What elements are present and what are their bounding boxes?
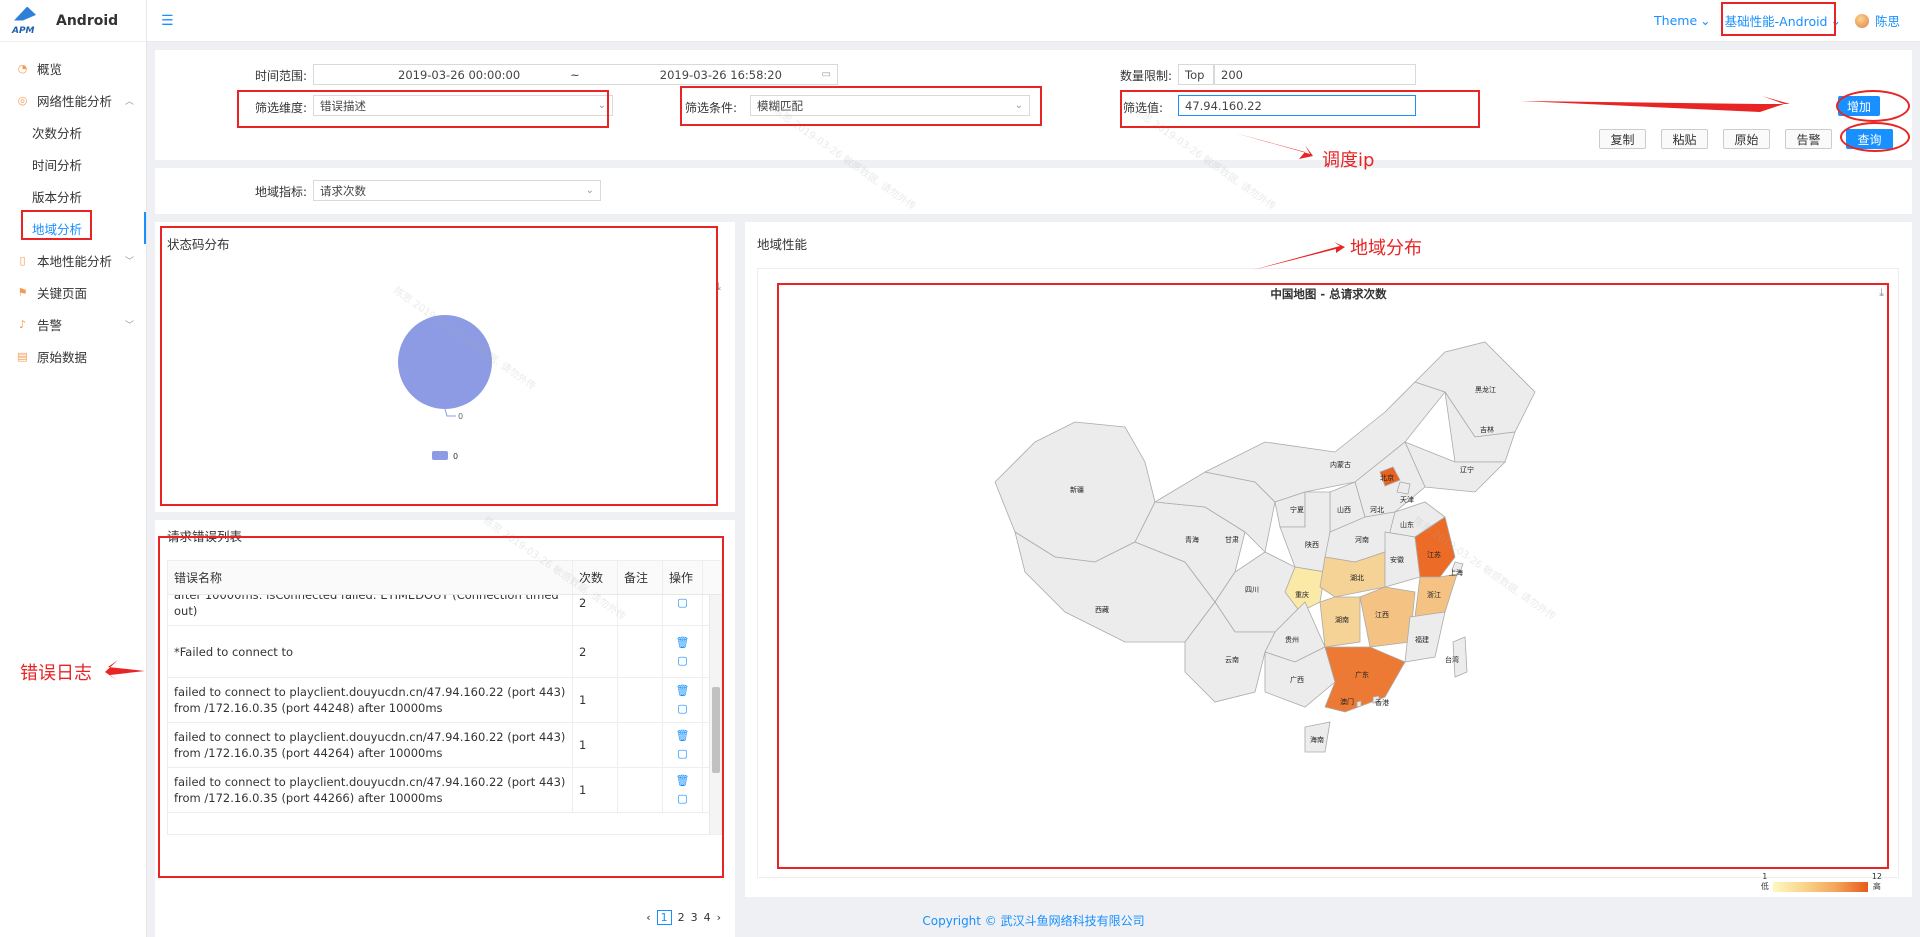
annotation-box-status (160, 226, 718, 506)
chevron-down-icon: ﹀ (124, 256, 134, 267)
apm-logo: APM (12, 6, 42, 36)
annotation-box-module (1721, 2, 1836, 36)
time-range-picker[interactable]: 2019-03-26 00:00:00 ~ 2019-03-26 16:58:2… (313, 64, 838, 85)
map-legend: 1低 12 高 (1760, 872, 1882, 892)
chevron-down-icon: ⌄ (1700, 13, 1711, 28)
limit-input[interactable]: 200 (1214, 64, 1416, 85)
sidebar-item-count-analysis[interactable]: 次数分析 (0, 116, 146, 148)
user-menu[interactable]: 陈思 (1854, 11, 1900, 30)
menu-toggle-icon[interactable]: ☰ (161, 13, 174, 29)
alarm-button[interactable]: 告警 (1785, 129, 1832, 149)
calendar-icon: ▭ (821, 69, 831, 80)
visual-map-bar[interactable] (1772, 882, 1868, 892)
sidebar-item-local[interactable]: ▯ 本地性能分析 ﹀ (0, 244, 146, 276)
top-header: ☰ Theme ⌄ 基础性能-Android ⌄ 陈思 (147, 0, 1920, 42)
annotation-box-dimension (237, 90, 609, 128)
paste-button[interactable]: 粘贴 (1661, 129, 1708, 149)
chevron-down-icon: ⌄ (585, 185, 594, 196)
database-icon: ▤ (17, 349, 28, 363)
bell-icon: ♪ (18, 317, 27, 331)
side-nav: ◔ 概览 ◎ 网络性能分析 ︿ 次数分析 时间分析 版本分析 地域分析 ▯ 本地性能分析… (0, 42, 146, 372)
region-metric-label: 地域指标: (255, 185, 308, 199)
annotation-ip: 调度ip (1322, 150, 1375, 171)
annotation-box-errors (158, 536, 724, 878)
limit-label: 数量限制: (1120, 69, 1173, 83)
theme-dropdown[interactable]: Theme ⌄ (1654, 13, 1711, 28)
annotation-ellipse-query (1840, 122, 1910, 152)
brand[interactable]: APM Android (0, 0, 146, 42)
time-range-label: 时间范围: (255, 69, 308, 83)
annotation-box-map (777, 283, 1889, 869)
annotation-box-value (1120, 90, 1480, 128)
sidebar-item-overview[interactable]: ◔ 概览 (0, 52, 146, 84)
annotation-box-nav (21, 210, 92, 240)
sidebar-item-time-analysis[interactable]: 时间分析 (0, 148, 146, 180)
annotation-ellipse-add (1836, 90, 1910, 122)
copy-button[interactable]: 复制 (1599, 129, 1646, 149)
app-name: Android (56, 12, 119, 29)
footer: Copyright © 武汉斗鱼网络科技有限公司 (922, 914, 1145, 928)
sidebar-item-key-pages[interactable]: ⚑ 关键页面 (0, 276, 146, 308)
region-metric-select[interactable]: 请求次数 ⌄ (313, 180, 601, 201)
chevron-up-icon: ︿ (124, 96, 134, 107)
chevron-down-icon: ﹀ (124, 320, 134, 331)
dashboard-icon: ◔ (17, 61, 28, 75)
phone-icon: ▯ (19, 253, 26, 267)
globe-icon: ◎ (17, 93, 28, 107)
avatar (1854, 13, 1869, 28)
region-performance-title: 地域性能 (757, 237, 808, 252)
sidebar: APM Android ◔ 概览 ◎ 网络性能分析 ︿ 次数分析 时间分析 版本分析 … (0, 0, 147, 937)
sidebar-item-raw-data[interactable]: ▤ 原始数据 (0, 340, 146, 372)
sidebar-item-network[interactable]: ◎ 网络性能分析 ︿ (0, 84, 146, 116)
annotation-box-condition (680, 86, 1042, 126)
annotation-error-log: 错误日志 (20, 663, 92, 684)
annotation-region: 地域分布 (1350, 238, 1422, 259)
sidebar-item-alarm[interactable]: ♪ 告警 ﹀ (0, 308, 146, 340)
original-button[interactable]: 原始 (1723, 129, 1770, 149)
sidebar-item-version-analysis[interactable]: 版本分析 (0, 180, 146, 212)
limit-prefix: Top (1178, 64, 1214, 85)
region-metric-bar: 地域指标: 请求次数 ⌄ (155, 168, 1912, 214)
flag-icon: ⚑ (17, 285, 28, 299)
